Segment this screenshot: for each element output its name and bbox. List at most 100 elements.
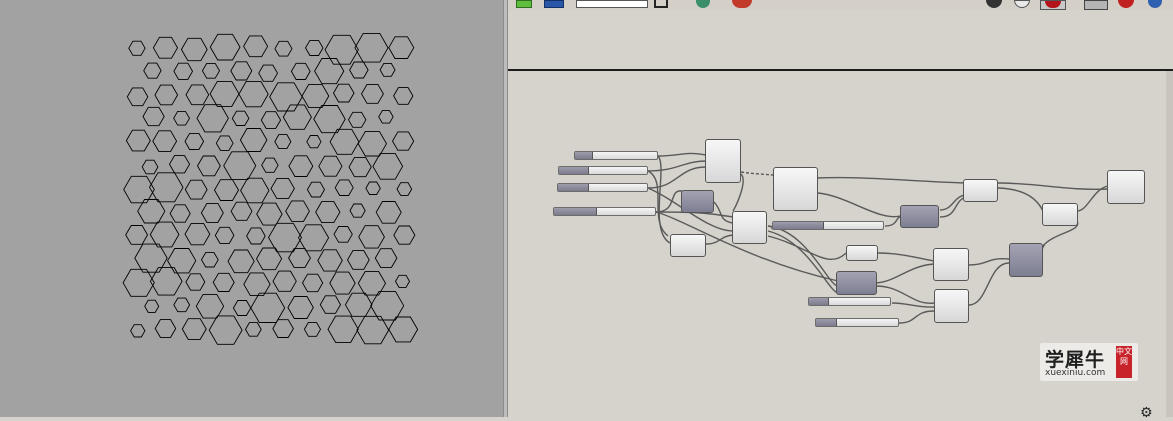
hexagon-cell	[167, 248, 197, 274]
wire	[740, 171, 774, 176]
bake-icon[interactable]	[986, 0, 1002, 8]
wire-display-icon[interactable]	[1014, 0, 1030, 8]
hexagon-cell	[349, 203, 366, 218]
hexagon-cell	[304, 39, 324, 56]
hexagon-cell	[185, 273, 206, 291]
hexagon-cell	[365, 181, 381, 195]
hexagon-cell	[303, 321, 322, 337]
hexagon-cell	[213, 179, 240, 201]
shaded-preview-icon[interactable]	[1084, 0, 1108, 10]
hexagon-cell	[200, 252, 219, 268]
hexagon-cell	[267, 222, 303, 253]
hexagon-cell	[301, 273, 324, 293]
hexagon-cell	[357, 130, 388, 157]
component-node[interactable]	[670, 234, 706, 257]
zoom-extents-icon[interactable]	[654, 0, 668, 8]
wire	[817, 192, 901, 218]
number-slider[interactable]	[815, 318, 899, 327]
hexagon-cell	[272, 319, 294, 338]
wire	[997, 187, 1044, 212]
hexagon-cell	[346, 250, 370, 270]
number-slider[interactable]	[557, 183, 648, 192]
component-node[interactable]	[934, 289, 969, 323]
sketch-icon[interactable]	[732, 0, 752, 8]
hexagon-cell	[152, 36, 179, 59]
hexagon-cell	[374, 248, 398, 268]
hexagon-cell	[288, 155, 314, 177]
component-node[interactable]	[1107, 170, 1145, 204]
hexagon-cell	[196, 155, 221, 177]
component-node[interactable]	[933, 248, 969, 281]
save-icon[interactable]	[544, 0, 564, 8]
hexagon-cell	[185, 84, 210, 106]
hexagon-cell	[173, 297, 191, 313]
zoom-field[interactable]	[576, 0, 648, 8]
component-node[interactable]	[773, 167, 818, 211]
hexagon-cell	[393, 87, 414, 105]
hexagon-cell	[314, 58, 345, 85]
hexagon-cell	[173, 110, 191, 126]
number-slider[interactable]	[553, 207, 656, 216]
component-node[interactable]	[705, 139, 741, 183]
hexagon-cell	[184, 179, 208, 200]
hexagon-cell	[329, 271, 356, 295]
number-slider[interactable]	[558, 166, 648, 175]
wire	[898, 310, 935, 324]
hexagon-cell	[130, 324, 146, 338]
hexagon-cell	[128, 40, 146, 56]
hexagon-cell	[238, 80, 269, 108]
hexagon-cell	[396, 182, 413, 196]
hexagon-cell	[196, 104, 229, 133]
hexagon-cell	[317, 249, 343, 272]
hexagon-cell	[388, 36, 415, 59]
component-node[interactable]	[1009, 243, 1043, 277]
component-node[interactable]	[732, 211, 767, 244]
hexagon-cell	[243, 272, 271, 297]
hexagon-cell	[181, 318, 207, 340]
hexagon-pattern	[122, 32, 419, 345]
hexagon-cell	[125, 225, 149, 245]
watermark-logo: 学犀牛 xuexiniu.com 中文网	[1040, 343, 1138, 381]
component-node[interactable]	[681, 190, 714, 213]
hexagon-cell	[154, 84, 179, 106]
hexagon-cell	[334, 179, 354, 196]
hexagon-cell	[223, 151, 257, 181]
hexagon-cell	[126, 87, 149, 107]
toolbar-shelf	[508, 10, 1173, 69]
preview-icon[interactable]	[696, 0, 710, 8]
wire	[657, 152, 707, 157]
preview-red-icon[interactable]	[1040, 0, 1066, 10]
hexagon-cell	[122, 268, 155, 297]
component-node[interactable]	[846, 245, 878, 261]
component-node[interactable]	[1042, 203, 1078, 226]
component-node[interactable]	[963, 179, 998, 202]
wire	[877, 252, 935, 262]
hexagon-cell	[394, 274, 411, 288]
hexagon-cell	[379, 62, 396, 77]
hexagon-cell	[378, 110, 394, 124]
help-icon[interactable]	[1148, 0, 1162, 8]
hexagon-cell	[388, 316, 419, 343]
hexagon-cell	[209, 80, 240, 107]
hexagon-cell	[306, 135, 322, 149]
hexagon-cell	[260, 111, 282, 129]
hexagon-cell	[243, 35, 269, 58]
gear-icon: ⚙	[1140, 405, 1153, 421]
hexagon-cell	[180, 37, 208, 62]
number-slider[interactable]	[574, 151, 658, 160]
hexagon-cell	[184, 222, 211, 246]
hexagon-cell	[285, 200, 310, 222]
new-document-icon[interactable]	[516, 0, 532, 8]
hexagon-cell	[332, 83, 355, 103]
rhino-viewport[interactable]	[0, 0, 503, 417]
number-slider[interactable]	[808, 297, 891, 306]
component-node[interactable]	[900, 205, 939, 228]
hexagon-cell	[168, 155, 191, 174]
wire	[875, 263, 935, 284]
hexagon-cell	[125, 129, 151, 152]
number-slider[interactable]	[772, 221, 884, 230]
hexagon-cell	[149, 267, 183, 296]
render-preview-icon[interactable]	[1118, 0, 1134, 8]
component-node[interactable]	[836, 271, 877, 295]
hexagon-cell	[272, 270, 297, 292]
